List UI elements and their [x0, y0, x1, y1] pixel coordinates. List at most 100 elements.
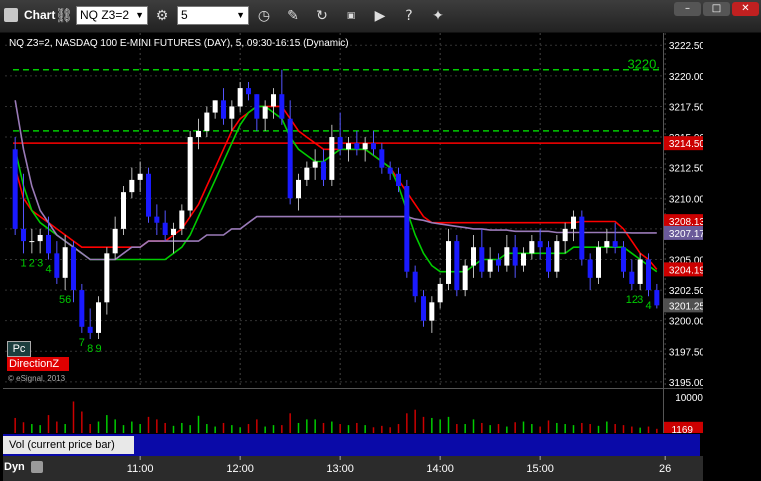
dyn-label[interactable]: Dyn [4, 461, 25, 473]
candle-body [346, 143, 351, 150]
candle-body [362, 143, 368, 150]
candle-body [287, 118, 293, 199]
price-tick-label: 3210.00 [669, 194, 703, 205]
volume-label: Vol (current price bar) [3, 436, 134, 454]
candle-body [179, 210, 185, 229]
candle-body [54, 253, 60, 278]
chevron-down-icon: ▼ [135, 10, 144, 20]
settings-icon[interactable]: ⚙ [152, 6, 172, 26]
pencil-icon[interactable]: ✎ [283, 6, 303, 26]
bar-count-label: 1 [20, 257, 26, 269]
candle-body [512, 247, 518, 266]
price-tick-label: 3217.50 [669, 102, 703, 113]
candle-body [612, 241, 618, 248]
direction-label[interactable]: DirectionZ [7, 357, 69, 371]
candle-body [87, 326, 93, 333]
candle-body [571, 216, 576, 229]
candle-body [321, 161, 326, 180]
candle-body [471, 247, 476, 266]
candle-body [496, 259, 501, 266]
candle-body [546, 247, 551, 272]
price-axis-panel [663, 33, 703, 388]
bar-count-label: 4 [45, 263, 51, 275]
price-tick-label: 3197.50 [669, 347, 703, 358]
bar-count-label: 8 [87, 343, 93, 355]
minimize-icon[interactable]: – [674, 2, 701, 16]
bar-count-label: 4 [645, 300, 651, 312]
candle-body [354, 143, 360, 150]
pc-label[interactable]: Pc [7, 341, 31, 357]
price-axis-tag-label: 3207.17 [669, 229, 703, 240]
candle-body [112, 228, 118, 254]
candle-body [554, 241, 560, 272]
price-chart[interactable]: 3195.003197.503200.003202.503205.003207.… [3, 33, 703, 388]
candle-body [212, 100, 218, 113]
dyn-icon[interactable] [31, 461, 43, 473]
interval-input[interactable]: 5 ▼ [177, 6, 249, 25]
candle-body [104, 253, 110, 303]
candle-body [46, 234, 51, 254]
candle-body [646, 259, 651, 291]
close-icon[interactable]: ✕ [732, 2, 759, 16]
price-axis-tag-label: 3214.50 [669, 139, 703, 150]
candle-body [296, 179, 301, 199]
candle-body [404, 186, 410, 272]
candle-body [337, 137, 343, 150]
bar-count-label: 2 [29, 257, 35, 269]
candle-body [121, 192, 126, 229]
candle-body [262, 106, 268, 119]
candle-body [637, 259, 643, 284]
gif-icon[interactable]: ▣ [341, 6, 361, 26]
volume-chart[interactable]: 10000 1169 [3, 388, 703, 433]
candle-body [412, 271, 418, 297]
refresh-icon[interactable]: ↻ [312, 6, 332, 26]
candle-body [479, 247, 485, 272]
candle-body [29, 241, 35, 243]
candle-body [654, 290, 660, 306]
candle-body [629, 271, 635, 284]
volume-current-label: 1169 [671, 425, 693, 433]
candle-body [437, 283, 443, 303]
candle-body [221, 100, 226, 119]
candle-body [62, 247, 68, 278]
volume-tick-label: 10000 [675, 393, 703, 404]
symbol-input[interactable]: NQ Z3=2 ▼ [76, 6, 148, 25]
play-icon[interactable]: ▶ [370, 6, 390, 26]
candle-body [254, 94, 260, 119]
clock-icon[interactable]: ◷ [254, 6, 274, 26]
price-tick-label: 3195.00 [669, 378, 703, 388]
candle-body [371, 143, 376, 150]
candle-body [162, 222, 168, 235]
maximize-icon[interactable]: □ [703, 2, 730, 16]
candle-body [596, 247, 601, 278]
candle-body [146, 173, 151, 217]
title-bar: Chart ⛓ NQ Z3=2 ▼ ⚙ 5 ▼ ◷ ✎ ↻ ▣ ▶ ? ✦ – … [0, 0, 761, 33]
link-icon[interactable]: ⛓ [54, 6, 74, 26]
bottom-bar: Dyn [0, 456, 761, 481]
candle-body [446, 241, 451, 284]
candle-body [137, 173, 143, 180]
candle-body [12, 149, 18, 229]
help-icon[interactable]: ? [399, 6, 419, 26]
level-line-label: 3220. [627, 57, 660, 72]
candle-body [579, 216, 585, 260]
candle-body [421, 296, 426, 321]
price-tick-label: 3202.50 [669, 286, 703, 297]
candle-body [429, 302, 435, 321]
price-tick-label: 3212.50 [669, 164, 703, 175]
app-icon [4, 8, 18, 22]
price-axis-tag-label: 3204.19 [669, 265, 703, 276]
bar-count-label: 9 [95, 343, 101, 355]
candle-body [196, 130, 201, 138]
candle-body [187, 137, 193, 211]
candle-body [396, 173, 401, 187]
candle-body [154, 216, 160, 223]
chevron-down-icon: ▼ [236, 10, 245, 20]
plot-background [3, 33, 703, 388]
pin-icon[interactable]: ✦ [428, 6, 448, 26]
candle-body [271, 94, 276, 107]
price-axis-tag-label: 3201.25 [669, 301, 703, 312]
copyright-text: © eSignal, 2013 [8, 374, 66, 383]
window-title: Chart [24, 8, 56, 22]
candle-body [462, 265, 468, 291]
